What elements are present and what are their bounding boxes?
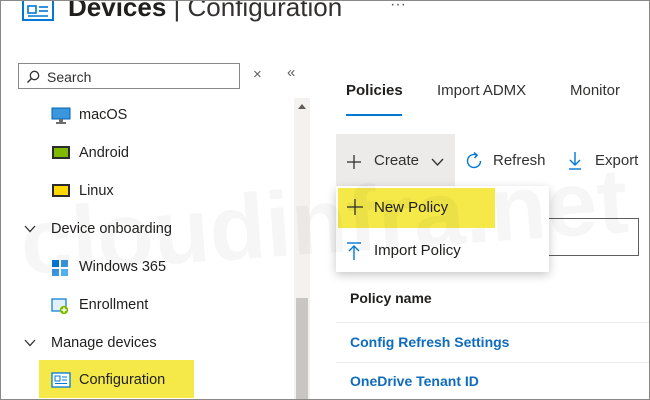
linux-device-icon [52,184,70,197]
sidebar-item-label: macOS [79,107,128,123]
menu-item-import-policy[interactable]: Import Policy [336,229,549,272]
sidebar-item-windows-365[interactable]: Windows 365 [0,250,294,284]
export-icon [569,152,581,170]
sidebar-item-linux[interactable]: Linux [0,174,294,208]
scroll-up-arrow-icon[interactable] [298,104,306,109]
collapse-sidebar-button[interactable]: « [287,64,295,81]
row-divider [336,322,650,323]
column-header-policy-name[interactable]: Policy name [350,290,432,306]
nav-list: macOS Android Linux Device onboarding Wi… [0,98,294,400]
scrollbar-thumb[interactable] [296,298,308,400]
refresh-button[interactable]: Refresh [493,152,546,169]
plus-icon [347,155,361,169]
sidebar: Search × « macOS Android Linux Device on… [0,28,312,400]
active-tab-indicator [346,114,402,116]
sidebar-item-label: Windows 365 [79,259,167,275]
chevron-down-icon [24,225,36,233]
tab-policies[interactable]: Policies [346,82,403,99]
menu-item-new-policy[interactable]: New Policy [336,186,549,229]
android-device-icon [52,146,70,159]
table-row[interactable]: Config Refresh Settings [350,334,509,350]
page-title: Devices | Configuration [68,0,342,24]
more-options-button[interactable]: ··· [390,0,406,14]
sidebar-group-label: Manage devices [51,335,157,351]
page-title-sub: Configuration [187,0,343,22]
clear-search-button[interactable]: × [253,66,262,83]
chevron-down-icon [24,339,36,347]
search-placeholder: Search [47,69,92,85]
sidebar-group-device-onboarding[interactable]: Device onboarding [0,212,294,246]
page-header: Devices | Configuration ··· [0,0,650,28]
sidebar-item-macos[interactable]: macOS [0,98,294,132]
page-title-separator: | [166,0,188,22]
monitor-icon [51,107,71,124]
sidebar-group-label: Device onboarding [51,221,172,237]
row-divider [336,362,650,363]
export-button[interactable]: Export [595,152,638,169]
table-row[interactable]: OneDrive Tenant ID [350,373,479,389]
tab-import-admx[interactable]: Import ADMX [437,82,526,99]
configuration-icon [51,372,71,388]
chevron-down-icon [431,158,444,166]
sidebar-item-label: Configuration [79,372,166,388]
configuration-icon [22,0,54,21]
enrollment-icon [51,298,69,315]
sidebar-group-manage-devices[interactable]: Manage devices [0,326,294,360]
sidebar-item-label: Linux [79,183,114,199]
plus-icon [347,199,363,215]
create-dropdown-menu: New Policy Import Policy [336,186,549,272]
search-icon [27,70,40,83]
import-icon [347,242,361,260]
sidebar-item-label: Android [79,145,129,161]
sidebar-item-configuration[interactable]: Configuration [0,360,294,400]
sidebar-item-label: Enrollment [79,297,149,313]
menu-item-label: Import Policy [374,242,461,259]
menu-item-label: New Policy [374,199,449,216]
create-button-label[interactable]: Create [374,152,419,169]
tab-monitor[interactable]: Monitor [570,82,620,99]
windows365-icon [52,260,68,276]
sidebar-item-enrollment[interactable]: Enrollment [0,288,294,322]
sidebar-item-android[interactable]: Android [0,136,294,170]
page-title-main: Devices [68,0,167,22]
refresh-icon [466,151,482,169]
search-input[interactable]: Search [18,63,240,89]
